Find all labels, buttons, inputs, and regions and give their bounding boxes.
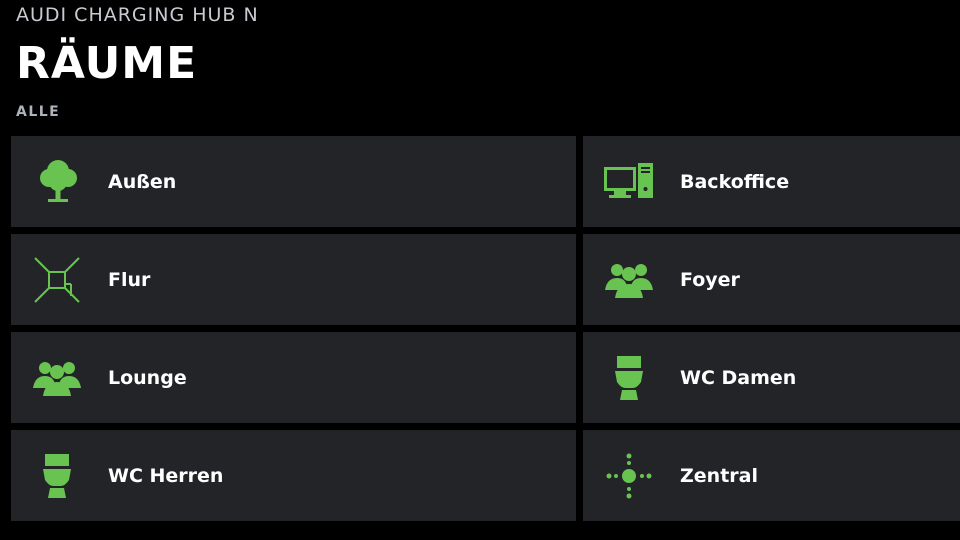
room-tile-foyer[interactable]: Foyer [583,234,960,325]
room-label: WC Herren [108,465,224,487]
group-icon [31,352,83,404]
room-tile-wc-damen[interactable]: WC Damen [583,332,960,423]
room-label: WC Damen [680,367,797,389]
room-label: Foyer [680,269,740,291]
filter-label[interactable]: ALLE [16,104,60,120]
room-tile-flur[interactable]: Flur [11,234,576,325]
room-label: Zentral [680,465,758,487]
room-label: Lounge [108,367,187,389]
group-icon [603,254,655,306]
room-tile-backoffice[interactable]: Backoffice [583,136,960,227]
room-grid: Außen Backoffice Flur Foyer Lounge WC Da… [11,136,960,521]
toilet-icon [603,352,655,404]
room-tile-wc-herren[interactable]: WC Herren [11,430,576,521]
room-label: Außen [108,171,177,193]
page-title: RÄUME [16,38,198,89]
central-icon [603,450,655,502]
computer-icon [603,156,655,208]
room-tile-lounge[interactable]: Lounge [11,332,576,423]
hallway-icon [31,254,83,306]
room-label: Flur [108,269,151,291]
tree-icon [31,156,83,208]
room-label: Backoffice [680,171,790,193]
hub-name: AUDI CHARGING HUB N [16,4,259,26]
room-tile-zentral[interactable]: Zentral [583,430,960,521]
toilet-icon [31,450,83,502]
room-tile-aussen[interactable]: Außen [11,136,576,227]
